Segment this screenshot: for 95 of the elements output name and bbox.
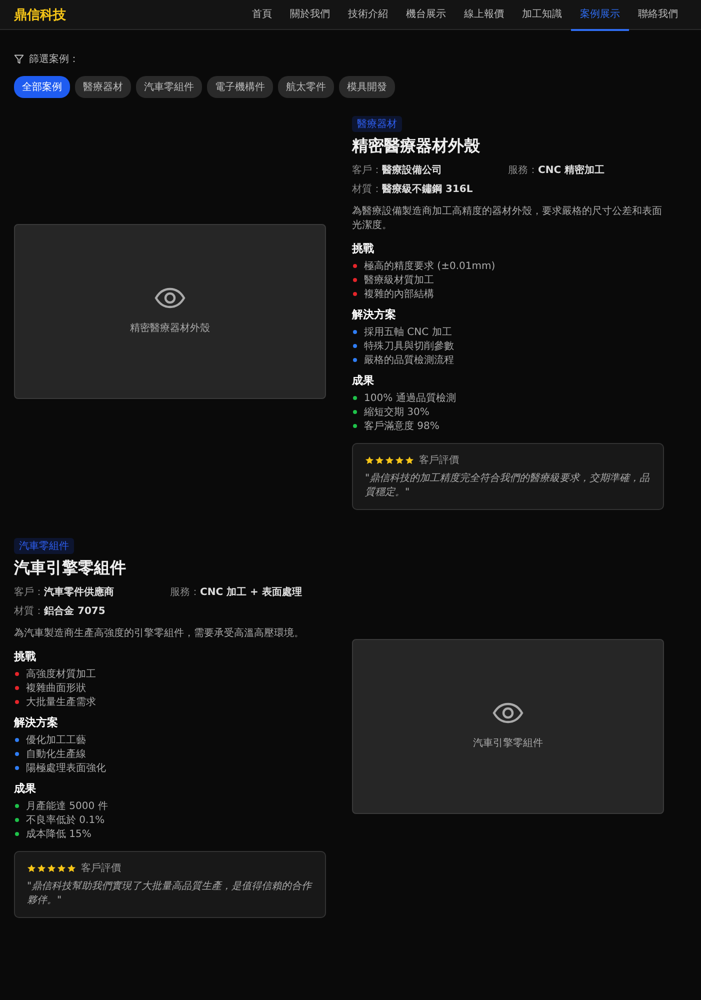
meta-label: 服務： <box>508 165 538 176</box>
review-label: 客戶評價 <box>81 862 121 875</box>
logo: 鼎信科技 <box>14 6 66 24</box>
list-item: 100% 通過品質檢測 <box>364 392 456 405</box>
nav-link[interactable]: 首頁 <box>243 0 281 30</box>
section-heading: 挑戰 <box>352 241 375 256</box>
filter-chip[interactable]: 模具開發 <box>339 76 395 98</box>
list-item: 月產能達 5000 件 <box>26 800 108 813</box>
review-quote: "鼎信科技的加工精度完全符合我們的醫療級要求，交期準確，品質穩定。" <box>365 472 651 500</box>
case-description: 為汽車製造商生產高強度的引擎零組件，需要承受高溫高壓環境。 <box>14 627 305 641</box>
nav-link[interactable]: 案例展示 <box>571 0 629 30</box>
bullet-icon <box>353 292 357 296</box>
category-tag: 汽車零組件 <box>14 538 74 554</box>
star-icon <box>375 456 384 464</box>
star-icon <box>395 456 404 464</box>
star-icon <box>365 456 374 464</box>
meta-label: 客戶： <box>352 165 382 176</box>
list-item: 不良率低於 0.1% <box>26 814 105 827</box>
bullet-icon <box>15 818 19 822</box>
bullet-icon <box>15 832 19 836</box>
bullet-icon <box>353 344 357 348</box>
bullet-icon <box>15 700 19 704</box>
nav-link[interactable]: 關於我們 <box>281 0 339 30</box>
list-item: 大批量生產需求 <box>26 696 96 709</box>
list-item: 採用五軸 CNC 加工 <box>364 326 452 339</box>
bullet-icon <box>15 738 19 742</box>
category-tag: 醫療器材 <box>352 116 402 132</box>
list-item: 極高的精度要求 (±0.01mm) <box>364 260 496 273</box>
list-item: 自動化生產線 <box>26 748 86 761</box>
filter-chip[interactable]: 汽車零組件 <box>136 76 202 98</box>
filter-chip[interactable]: 醫療器材 <box>75 76 131 98</box>
star-icon <box>385 456 394 464</box>
image-caption: 汽車引擎零組件 <box>473 736 543 750</box>
nav-link[interactable]: 機台展示 <box>397 0 455 30</box>
list-item: 複雜曲面形狀 <box>26 682 86 695</box>
star-icon <box>67 864 76 872</box>
list-item: 複雜的內部結構 <box>364 288 434 301</box>
list-item: 成本降低 15% <box>26 828 92 841</box>
filter-chip[interactable]: 航太零件 <box>278 76 334 98</box>
review-label: 客戶評價 <box>419 454 459 467</box>
filter-label: 篩選案例： <box>29 52 79 66</box>
star-icon <box>27 864 36 872</box>
bullet-icon <box>353 396 357 400</box>
star-icon <box>47 864 56 872</box>
bullet-icon <box>353 358 357 362</box>
meta-label: 材質： <box>352 184 382 195</box>
bullet-icon <box>353 278 357 282</box>
meta-label: 客戶： <box>14 587 44 598</box>
meta-label: 材質： <box>14 606 44 617</box>
eye-icon <box>154 287 186 309</box>
nav-link[interactable]: 技術介紹 <box>339 0 397 30</box>
filter-icon <box>14 54 24 64</box>
nav-link[interactable]: 加工知識 <box>513 0 571 30</box>
case-title: 精密醫療器材外殼 <box>352 136 481 157</box>
image-caption: 精密醫療器材外殼 <box>130 322 210 335</box>
eye-icon <box>492 702 524 724</box>
meta-value: 醫療級不鏽鋼 316L <box>382 184 473 195</box>
bullet-icon <box>353 410 357 414</box>
list-item: 高強度材質加工 <box>26 668 96 681</box>
section-heading: 成果 <box>14 781 37 796</box>
meta-value: CNC 加工 + 表面處理 <box>200 587 302 598</box>
case-description: 為醫療設備製造商加工高精度的器材外殼，要求嚴格的尺寸公差和表面光潔度。 <box>352 205 663 233</box>
list-item: 優化加工工藝 <box>26 734 86 747</box>
bullet-icon <box>15 752 19 756</box>
meta-label: 服務： <box>170 587 200 598</box>
meta-value: 鋁合金 7075 <box>44 606 106 617</box>
list-item: 客戶滿意度 98% <box>364 420 440 433</box>
nav-link[interactable]: 線上報價 <box>455 0 513 30</box>
bullet-icon <box>15 766 19 770</box>
meta-value: 醫療設備公司 <box>382 165 442 176</box>
section-heading: 解決方案 <box>352 307 397 322</box>
meta-value: CNC 精密加工 <box>538 165 605 176</box>
star-icon <box>57 864 66 872</box>
bullet-icon <box>353 424 357 428</box>
list-item: 縮短交期 30% <box>364 406 430 419</box>
star-icon <box>37 864 46 872</box>
meta-value: 汽車零件供應商 <box>44 587 114 598</box>
bullet-icon <box>15 672 19 676</box>
bullet-icon <box>353 264 357 268</box>
section-heading: 挑戰 <box>14 649 37 664</box>
nav-link[interactable]: 聯絡我們 <box>629 0 687 30</box>
list-item: 嚴格的品質檢測流程 <box>364 354 454 367</box>
filter-chip[interactable]: 電子機構件 <box>207 76 273 98</box>
star-icon <box>405 456 414 464</box>
list-item: 特殊刀具與切削參數 <box>364 340 454 353</box>
review-quote: "鼎信科技幫助我們實現了大批量高品質生產，是值得信賴的合作夥伴。" <box>27 880 313 908</box>
list-item: 醫療級材質加工 <box>364 274 434 287</box>
bullet-icon <box>353 330 357 334</box>
case-title: 汽車引擎零組件 <box>14 558 127 579</box>
section-heading: 成果 <box>352 373 375 388</box>
bullet-icon <box>15 804 19 808</box>
bullet-icon <box>15 686 19 690</box>
list-item: 陽極處理表面強化 <box>26 762 106 775</box>
section-heading: 解決方案 <box>14 715 59 730</box>
filter-chip[interactable]: 全部案例 <box>14 76 70 98</box>
